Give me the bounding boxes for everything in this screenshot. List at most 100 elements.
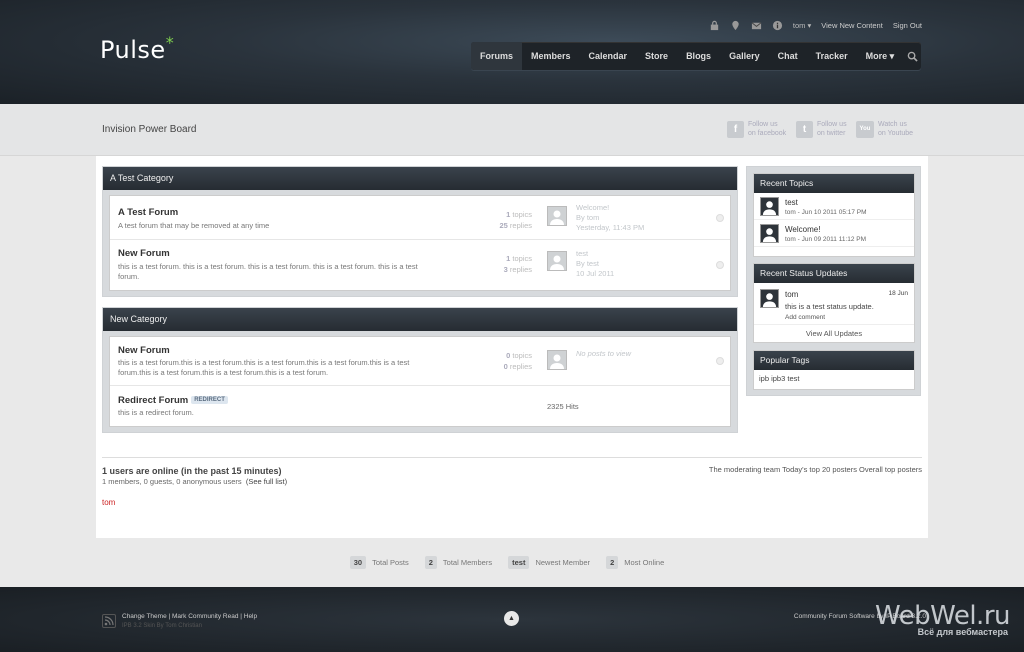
forum-desc: this is a test forum.this is a test foru… bbox=[118, 358, 410, 377]
board-stats: 30 Total Posts 2 Total Members test Newest … bbox=[0, 556, 1024, 569]
logo-star: * bbox=[165, 33, 175, 52]
go-to-last-post-icon[interactable] bbox=[716, 357, 724, 365]
mail-icon[interactable] bbox=[751, 20, 762, 31]
view-new-content-link[interactable]: View New Content bbox=[821, 21, 883, 30]
last-post: test By test 10 Jul 2011 bbox=[576, 249, 614, 279]
avatar[interactable] bbox=[760, 224, 779, 243]
search-icon[interactable] bbox=[903, 42, 921, 70]
lock-icon[interactable] bbox=[709, 20, 720, 31]
social-line: Follow us bbox=[748, 121, 778, 128]
recent-topics-block: Recent Topics test tom - Jun 10 2011 05:… bbox=[753, 173, 915, 257]
sign-out-link[interactable]: Sign Out bbox=[893, 21, 922, 30]
rss-icon[interactable] bbox=[102, 614, 116, 628]
youtube-icon: You bbox=[856, 120, 874, 138]
tag-list[interactable]: ipb ipb3 test bbox=[754, 370, 914, 387]
no-posts-text: No posts to view bbox=[576, 349, 632, 358]
stat-label: Total Posts bbox=[372, 558, 409, 567]
last-post-date: Yesterday, 11:43 PM bbox=[576, 223, 645, 232]
last-post-title[interactable]: Welcome! bbox=[576, 203, 644, 213]
back-to-top-icon[interactable]: ▲ bbox=[504, 611, 519, 626]
tab-gallery[interactable]: Gallery bbox=[720, 42, 769, 70]
tab-members[interactable]: Members bbox=[522, 42, 580, 70]
forum-list: A Test Forum A test forum that may be re… bbox=[109, 195, 731, 291]
stat-value: 2 bbox=[424, 556, 437, 569]
category-title[interactable]: A Test Category bbox=[103, 167, 737, 190]
forum-stats: 1 topics 25 replies bbox=[499, 210, 532, 230]
twitter-link[interactable]: t Follow us on twitter bbox=[796, 120, 847, 138]
topic-meta: tom - Jun 09 2011 11:12 PM bbox=[785, 236, 867, 243]
skin-credit: IPB 3.2 Skin By Tom Christian bbox=[122, 623, 202, 629]
site-logo[interactable]: Pulse* bbox=[100, 33, 175, 64]
twitter-icon: t bbox=[796, 120, 813, 138]
watermark-subtitle: Всё для вебмастера bbox=[917, 627, 1008, 637]
last-post-title[interactable]: test bbox=[576, 249, 614, 259]
header: Pulse* tom ▾ View New Content Sign Out F… bbox=[0, 0, 1024, 104]
last-post-author[interactable]: By tom bbox=[576, 213, 644, 223]
forum-row: A Test Forum A test forum that may be re… bbox=[110, 196, 730, 240]
stat-value[interactable]: test bbox=[508, 556, 530, 569]
social-line: Follow us bbox=[817, 121, 847, 128]
forum-title[interactable]: New Forum bbox=[118, 248, 170, 259]
youtube-link[interactable]: You Watch us on Youtube bbox=[856, 120, 913, 138]
social-line: Watch us bbox=[878, 121, 907, 128]
forum-title[interactable]: A Test Forum bbox=[118, 207, 178, 218]
avatar[interactable] bbox=[547, 206, 567, 226]
stat-label: Total Members bbox=[442, 558, 493, 567]
facebook-icon: f bbox=[727, 120, 744, 138]
topic-title[interactable]: Welcome! bbox=[785, 225, 820, 234]
info-icon[interactable] bbox=[772, 20, 783, 31]
tab-forums[interactable]: Forums bbox=[471, 42, 523, 70]
status-date: 18 Jun bbox=[888, 290, 908, 297]
forum-title-link[interactable]: Redirect Forum bbox=[118, 395, 188, 406]
online-section: 1 users are online (in the past 15 minut… bbox=[102, 457, 922, 507]
redirect-badge: REDIRECT bbox=[191, 396, 228, 405]
online-detail: 1 members, 0 guests, 0 anonymous users (… bbox=[102, 477, 287, 486]
location-pin-icon[interactable] bbox=[730, 20, 741, 31]
topic-meta: tom - Jun 10 2011 05:17 PM bbox=[785, 209, 867, 216]
tab-store[interactable]: Store bbox=[636, 42, 677, 70]
team-links[interactable]: The moderating team Today's top 20 poste… bbox=[709, 465, 922, 474]
add-comment-link[interactable]: Add comment bbox=[785, 314, 825, 321]
stat-label: Most Online bbox=[624, 558, 665, 567]
forum-title[interactable]: New Forum bbox=[118, 345, 170, 356]
avatar[interactable] bbox=[760, 197, 779, 216]
go-to-last-post-icon[interactable] bbox=[716, 261, 724, 269]
category-block: A Test Category A Test Forum A test foru… bbox=[102, 166, 738, 297]
forum-stats: 1 topics 3 replies bbox=[503, 254, 532, 274]
redirect-hits: 2325 Hits bbox=[547, 402, 579, 411]
status-updates-title[interactable]: Recent Status Updates bbox=[754, 264, 914, 283]
tab-calendar[interactable]: Calendar bbox=[580, 42, 637, 70]
social-line: on twitter bbox=[817, 130, 846, 137]
go-to-last-post-icon[interactable] bbox=[716, 214, 724, 222]
category-title[interactable]: New Category bbox=[103, 308, 737, 331]
see-full-list-link[interactable]: (See full list) bbox=[246, 477, 287, 486]
last-post-author[interactable]: By test bbox=[576, 259, 614, 269]
main-nav: Forums Members Calendar Store Blogs Gall… bbox=[471, 42, 921, 70]
tab-tracker[interactable]: Tracker bbox=[807, 42, 857, 70]
stat-label: Newest Member bbox=[535, 558, 591, 567]
sidebar: Recent Topics test tom - Jun 10 2011 05:… bbox=[746, 166, 921, 396]
board-title[interactable]: Invision Power Board bbox=[102, 124, 197, 135]
user-menu[interactable]: tom ▾ bbox=[793, 21, 811, 30]
forum-desc: this is a test forum. this is a test for… bbox=[118, 262, 418, 281]
forum-desc: this is a redirect forum. bbox=[118, 408, 194, 417]
view-all-updates-link[interactable]: View All Updates bbox=[754, 325, 914, 338]
tab-chat[interactable]: Chat bbox=[769, 42, 807, 70]
footer: Change Theme | Mark Community Read | Hel… bbox=[0, 587, 1024, 652]
popular-tags-title[interactable]: Popular Tags bbox=[754, 351, 914, 370]
status-text: this is a test status update. bbox=[785, 302, 874, 311]
recent-topics-title[interactable]: Recent Topics bbox=[754, 174, 914, 193]
footer-links[interactable]: Change Theme | Mark Community Read | Hel… bbox=[122, 613, 257, 620]
tab-blogs[interactable]: Blogs bbox=[677, 42, 720, 70]
last-post-date: 10 Jul 2011 bbox=[576, 269, 615, 278]
logo-text: Pulse bbox=[100, 36, 166, 64]
avatar[interactable] bbox=[760, 289, 779, 308]
online-user[interactable]: tom bbox=[102, 498, 115, 507]
stat-value: 30 bbox=[349, 556, 367, 569]
tab-more[interactable]: More ▾ bbox=[857, 42, 904, 70]
avatar[interactable] bbox=[547, 251, 567, 271]
list-item: Welcome! tom - Jun 09 2011 11:12 PM bbox=[754, 220, 914, 247]
facebook-link[interactable]: f Follow us on facebook bbox=[727, 120, 786, 138]
status-user[interactable]: tom bbox=[785, 290, 798, 299]
topic-title[interactable]: test bbox=[785, 198, 798, 207]
